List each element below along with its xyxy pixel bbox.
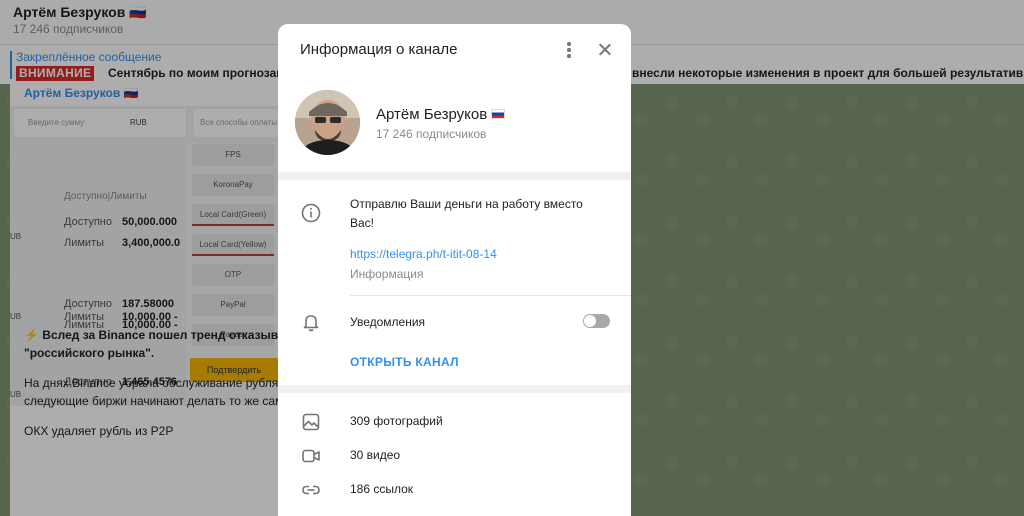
notifications-label: Уведомления [350, 315, 426, 329]
channel-subscribers: 17 246 подписчиков [376, 127, 487, 141]
channel-name-text: Артём Безруков [376, 106, 488, 123]
link-icon [302, 485, 320, 495]
media-photos-row[interactable]: 309 фотографий [278, 407, 631, 437]
media-links-row[interactable]: 186 ссылок [278, 475, 631, 505]
section-divider [278, 172, 631, 180]
channel-info-dialog: Информация о канале Артём Безруков 17 24… [278, 24, 631, 516]
video-icon [302, 449, 320, 463]
media-videos-label: 30 видео [350, 448, 401, 462]
more-options-icon[interactable] [561, 38, 577, 62]
photo-icon [302, 413, 320, 431]
media-videos-row[interactable]: 30 видео [278, 441, 631, 471]
media-photos-label: 309 фотографий [350, 414, 443, 428]
channel-link[interactable]: https://telegra.ph/t-itit-08-14 [350, 247, 497, 261]
channel-description: Отправлю Ваши деньги на работу вместо Ва… [350, 197, 583, 230]
section-divider [278, 385, 631, 393]
notifications-toggle[interactable] [583, 314, 610, 328]
toggle-knob [584, 315, 596, 327]
russia-flag-icon [491, 109, 506, 120]
dialog-title: Информация о канале [300, 41, 458, 58]
open-channel-button[interactable]: ОТКРЫТЬ КАНАЛ [350, 355, 459, 369]
media-links-label: 186 ссылок [350, 482, 414, 496]
close-icon[interactable] [595, 40, 615, 60]
bell-icon [303, 315, 319, 332]
channel-name: Артём Безруков [376, 106, 506, 123]
link-label: Информация [350, 267, 424, 281]
divider [350, 295, 631, 296]
info-icon [301, 203, 321, 223]
channel-avatar[interactable] [295, 90, 360, 155]
